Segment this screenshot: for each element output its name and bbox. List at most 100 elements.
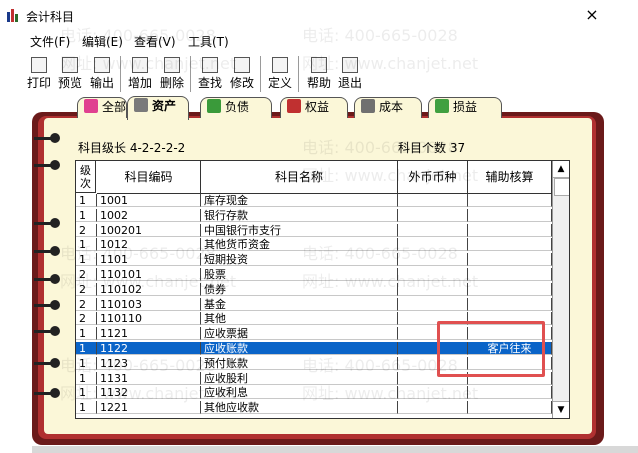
tab-equity[interactable]: 权益 (280, 97, 348, 118)
find-icon (202, 57, 218, 73)
exit-button[interactable]: 退出 (334, 54, 366, 96)
define-button[interactable]: 定义 (264, 54, 296, 96)
toolbar-separator (120, 56, 121, 92)
preview-label: 预览 (57, 76, 82, 90)
cell-currency (398, 253, 468, 267)
menu-tools[interactable]: 工具(T) (188, 33, 229, 50)
cell-currency (398, 268, 468, 281)
tab-all-label: 全部 (102, 100, 127, 114)
cell-level: 1 (76, 194, 97, 207)
table-row[interactable]: 2 110102 债券 (76, 282, 552, 296)
cell-level: 1 (76, 356, 97, 370)
cell-currency (398, 208, 468, 222)
printer-icon (31, 57, 47, 73)
cell-aux (468, 223, 552, 237)
tab-cost-label: 成本 (379, 100, 404, 114)
cell-code: 1101 (97, 253, 201, 267)
print-label: 打印 (26, 76, 51, 90)
cell-level: 1 (76, 238, 97, 252)
cell-aux (468, 268, 552, 281)
table-row[interactable]: 2 110101 股票 (76, 268, 552, 281)
cell-level: 2 (76, 268, 97, 281)
close-button[interactable]: × (580, 4, 604, 26)
cell-name: 应收股利 (201, 371, 398, 385)
cell-level: 1 (76, 327, 97, 341)
cell-aux (468, 238, 552, 252)
cell-level: 1 (76, 342, 97, 355)
tab-assets[interactable]: 资产 (127, 96, 189, 120)
edit-icon (234, 57, 250, 73)
tab-assets-label: 资产 (152, 99, 177, 113)
export-button[interactable]: 输出 (86, 54, 118, 96)
status-strip (32, 446, 638, 453)
table-row[interactable]: 1 1132 应收利息 (76, 386, 552, 400)
tab-cost[interactable]: 成本 (354, 97, 422, 118)
table-header: 级次 科目编码 科目名称 外币币种 辅助核算 (76, 161, 552, 194)
tab-profit-loss-label: 损益 (453, 100, 478, 114)
table-row[interactable]: 2 110103 基金 (76, 297, 552, 311)
menu-edit[interactable]: 编辑(E) (82, 33, 123, 50)
app-icon (7, 9, 18, 22)
table-row[interactable]: 1 1101 短期投资 (76, 253, 552, 267)
col-aux[interactable]: 辅助核算 (468, 161, 552, 194)
cell-name: 预付账款 (201, 356, 398, 370)
col-name[interactable]: 科目名称 (201, 161, 398, 194)
cell-level: 1 (76, 253, 97, 267)
cell-name: 股票 (201, 268, 398, 281)
cell-level: 2 (76, 282, 97, 296)
delete-button[interactable]: 删除 (156, 54, 188, 96)
scroll-up-icon[interactable]: ▲ (553, 161, 569, 178)
help-button[interactable]: 帮助 (303, 54, 335, 96)
table-row[interactable]: 1 1001 库存现金 (76, 194, 552, 207)
scroll-thumb[interactable] (554, 178, 569, 196)
col-level[interactable]: 级次 (76, 161, 96, 193)
add-label: 增加 (127, 76, 152, 90)
table-row[interactable]: 1 1002 银行存款 (76, 208, 552, 222)
cell-code: 1001 (97, 194, 201, 207)
tab-cost-icon (361, 99, 375, 113)
cell-name: 其他货币资金 (201, 238, 398, 252)
toolbar-separator (298, 56, 299, 92)
toolbar-separator (190, 56, 191, 92)
cell-currency (398, 282, 468, 296)
binder-ring (34, 246, 60, 256)
tab-liabilities[interactable]: 负债 (200, 97, 272, 118)
cell-level: 2 (76, 297, 97, 311)
vertical-scrollbar[interactable]: ▲ ▼ (552, 161, 569, 418)
preview-button[interactable]: 预览 (54, 54, 86, 96)
title-bar (0, 0, 638, 30)
menu-view[interactable]: 查看(V) (134, 33, 176, 50)
help-icon (311, 57, 327, 73)
account-level-label: 科目级长 4-2-2-2-2 (78, 141, 186, 155)
define-label: 定义 (267, 76, 292, 90)
toolbar-separator (260, 56, 261, 92)
tab-profit-loss[interactable]: 损益 (428, 97, 502, 118)
menu-file[interactable]: 文件(F) (30, 33, 70, 50)
binder-ring (34, 358, 60, 368)
add-icon (132, 57, 148, 73)
col-currency[interactable]: 外币币种 (398, 161, 468, 194)
table-row[interactable]: 2 100201 中国银行市支行 (76, 223, 552, 237)
scroll-down-icon[interactable]: ▼ (553, 401, 569, 418)
cell-name: 其他 (201, 312, 398, 326)
find-button[interactable]: 查找 (194, 54, 226, 96)
cell-code: 1123 (97, 356, 201, 370)
tab-all[interactable]: 全部 (77, 97, 127, 118)
cell-code: 110101 (97, 268, 201, 281)
add-button[interactable]: 增加 (124, 54, 156, 96)
cell-name: 应收账款 (201, 342, 398, 355)
wand-icon (272, 57, 288, 73)
binder-ring (34, 388, 60, 398)
edit-label: 修改 (229, 76, 254, 90)
table-row[interactable]: 1 1221 其他应收款 (76, 401, 552, 415)
cell-code: 110102 (97, 282, 201, 296)
cell-level: 1 (76, 208, 97, 222)
cell-code: 1012 (97, 238, 201, 252)
cell-name: 应收票据 (201, 327, 398, 341)
cell-level: 1 (76, 386, 97, 400)
edit-button[interactable]: 修改 (226, 54, 258, 96)
tab-profit-loss-icon (435, 99, 449, 113)
print-button[interactable]: 打印 (24, 54, 54, 96)
col-code[interactable]: 科目编码 (97, 161, 201, 194)
table-row[interactable]: 1 1012 其他货币资金 (76, 238, 552, 252)
